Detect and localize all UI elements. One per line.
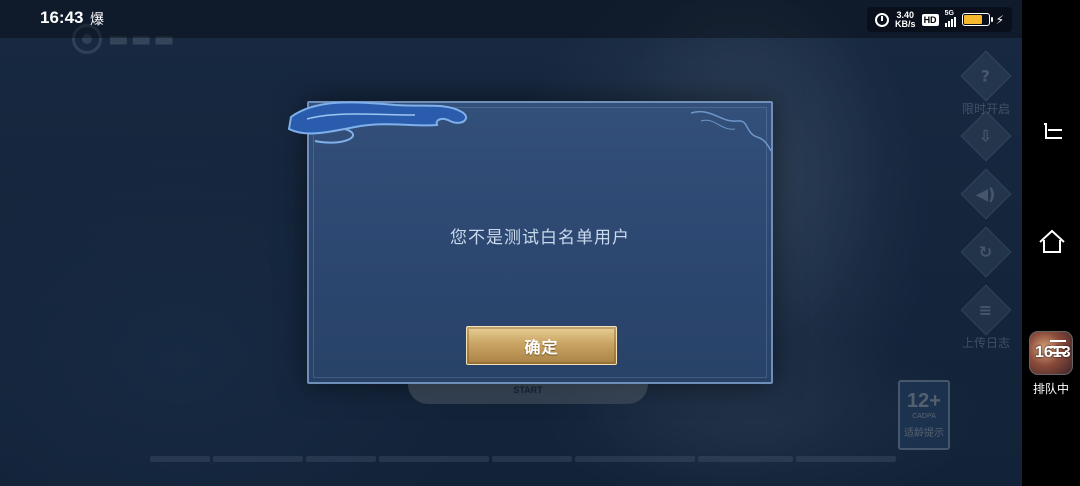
status-indicators: 3.40 KB/s HD 5G ⚡ [867,7,1012,32]
signal-icon: 5G [944,10,956,27]
app-thumbnail: 1613 [1029,331,1073,375]
queued-app-shortcut[interactable]: 1613 排队中 [1028,331,1074,399]
status-notification-icon: 爆 [90,12,104,28]
alert-dialog: 您不是测试白名单用户 确定 [287,101,773,384]
dialog-message: 您不是测试白名单用户 [450,228,630,248]
battery-level [963,15,982,24]
network-speed: 3.40 KB/s [895,9,916,29]
alarm-icon [875,12,890,27]
status-time: 16:43 [40,8,84,27]
confirm-button-label: 确定 [524,337,559,357]
charging-icon: ⚡ [995,12,1004,27]
cloud-ornament-icon [287,101,467,144]
corner-ornament-icon [691,110,771,152]
battery-icon [961,13,993,26]
status-bar: 16:43 爆 3.40 KB/s HD 5G ⚡ [0,0,1022,38]
home-icon[interactable] [1038,228,1066,254]
queue-status-label: 排队中 [1032,382,1069,396]
confirm-button[interactable]: 确定 [466,326,617,365]
menu-icon [1050,340,1066,358]
hd-icon: HD [921,13,939,26]
system-nav-panel [1022,0,1080,486]
back-icon[interactable] [1040,120,1064,144]
